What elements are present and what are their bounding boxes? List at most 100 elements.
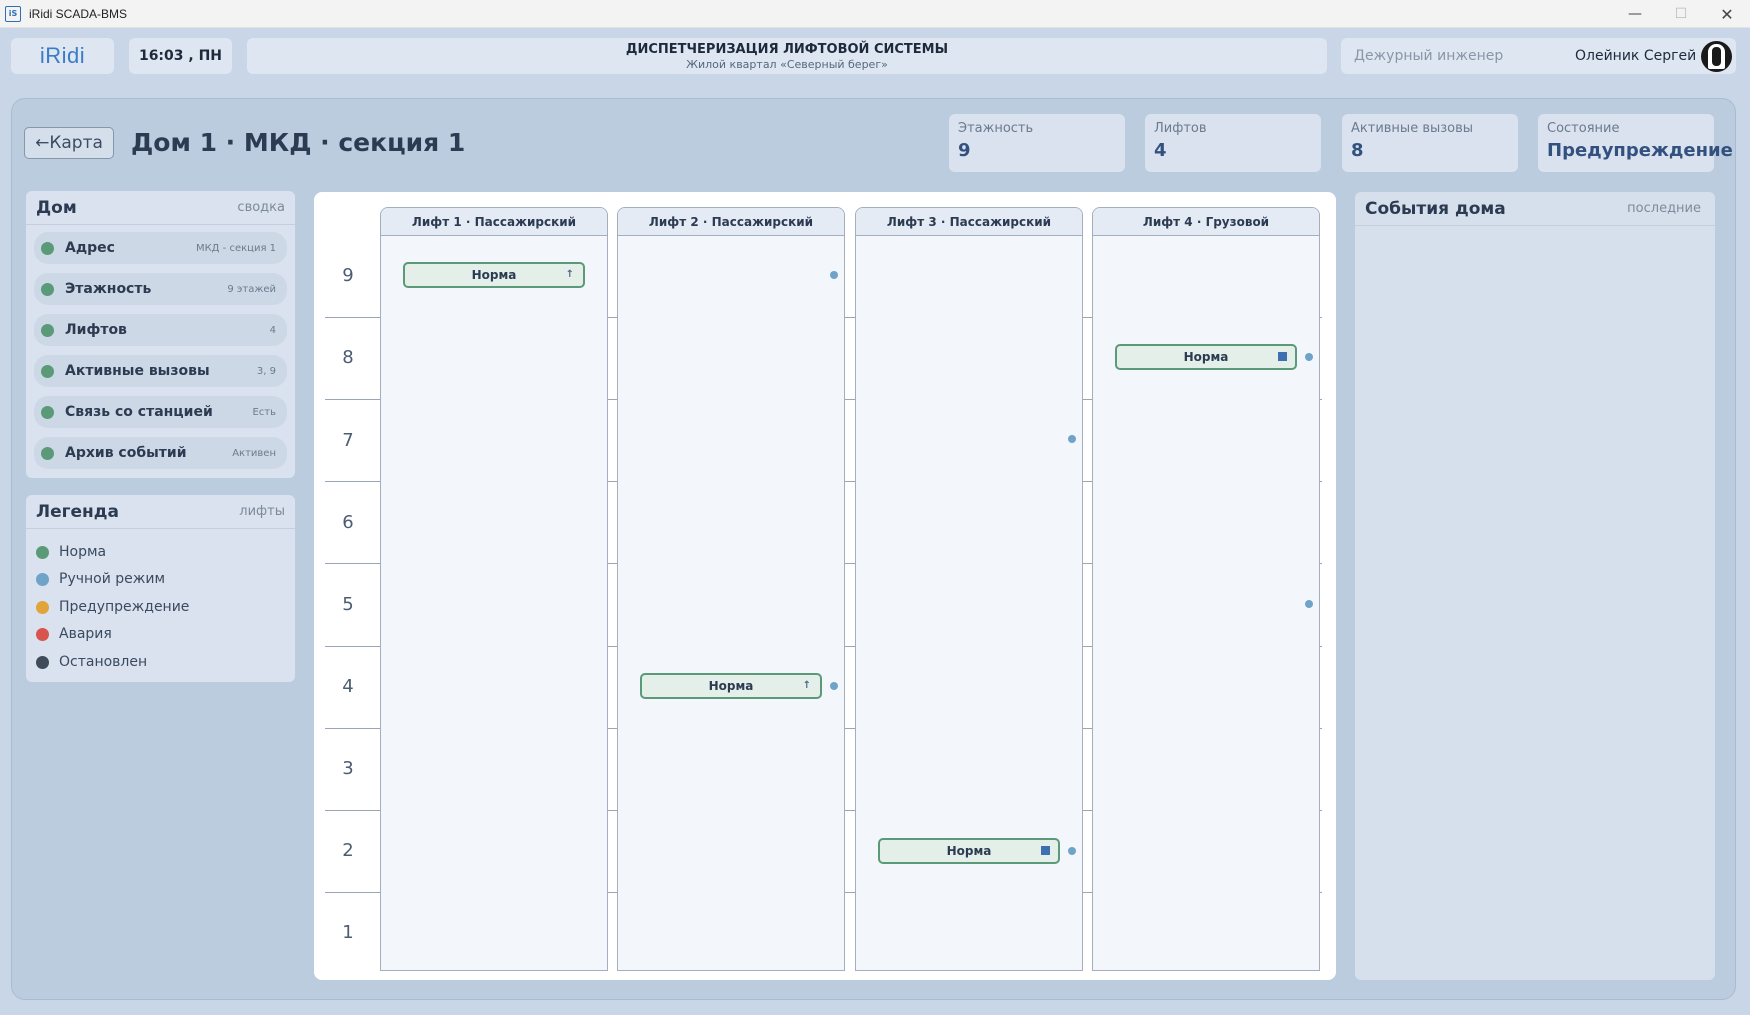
floor-number: 7: [342, 430, 354, 451]
app-header: iRidi 16:03 , ПН ДИСПЕТЧЕРИЗАЦИЯ ЛИФТОВО…: [0, 29, 1750, 84]
logo[interactable]: iRidi: [11, 38, 114, 74]
stat-value: 8: [1351, 140, 1364, 161]
elevator-car-4[interactable]: Норма: [1115, 344, 1297, 370]
floor-number: 8: [342, 347, 354, 368]
legend-card-header: Легенда лифты: [26, 495, 295, 529]
elevator-car-2[interactable]: Норма ↑: [640, 673, 822, 699]
status-dot: [41, 446, 54, 460]
call-indicator: [1305, 600, 1313, 608]
house-row-name: Адрес: [65, 240, 115, 256]
legend-item-stopped: Остановлен: [36, 654, 147, 670]
status-dot: [41, 241, 54, 255]
stat-label: Этажность: [958, 121, 1034, 136]
house-events-panel: События дома последние: [1355, 192, 1715, 980]
house-card-header: Дом сводка: [26, 191, 295, 225]
maximize-icon[interactable]: ☐: [1658, 0, 1704, 28]
legend-item-manual: Ручной режим: [36, 571, 165, 587]
legend-title: Легенда: [36, 501, 120, 522]
stat-floors: Этажность 9: [949, 114, 1125, 172]
elevator-shaft-2[interactable]: Лифт 2 · Пассажирский: [617, 207, 845, 971]
call-indicator: [1068, 435, 1076, 443]
floor-number: 6: [342, 512, 354, 533]
stat-active-calls: Активные вызовы 8: [1342, 114, 1518, 172]
call-indicator: [1068, 847, 1076, 855]
house-row-name: Активные вызовы: [65, 363, 210, 379]
elevator-car-1[interactable]: Норма ↑: [403, 262, 585, 288]
floor-number: 5: [342, 594, 354, 615]
header-title-box: ДИСПЕТЧЕРИЗАЦИЯ ЛИФТОВОЙ СИСТЕМЫ Жилой к…: [247, 38, 1327, 74]
house-row-address[interactable]: Адрес МКД - секция 1: [34, 232, 287, 264]
close-icon[interactable]: ✕: [1704, 0, 1750, 28]
events-subtitle[interactable]: последние: [1627, 201, 1701, 216]
shaft-header: Лифт 1 · Пассажирский: [381, 208, 607, 236]
legend-item-alarm: Авария: [36, 626, 112, 642]
window-titlebar: iS iRidi SCADA-BMS — ☐ ✕: [0, 0, 1750, 28]
legend-card: Легенда лифты Норма Ручной режим Предупр…: [26, 495, 295, 682]
house-row-name: Лифтов: [65, 322, 127, 338]
stat-elevators: Лифтов 4: [1145, 114, 1321, 172]
shaft-header: Лифт 2 · Пассажирский: [618, 208, 844, 236]
house-row-station-link[interactable]: Связь со станцией Есть: [34, 396, 287, 428]
call-indicator: [830, 682, 838, 690]
elevator-shaft-4[interactable]: Лифт 4 · Грузовой: [1092, 207, 1320, 971]
avatar[interactable]: [1701, 41, 1732, 72]
legend-item-label: Ручной режим: [59, 571, 166, 587]
app-icon: iS: [5, 5, 21, 22]
stat-value: 9: [958, 140, 971, 161]
house-row-floors[interactable]: Этажность 9 этажей: [34, 273, 287, 305]
legend-item-label: Авария: [59, 626, 112, 642]
up-arrow-icon: ↑: [802, 680, 811, 691]
legend-dot-icon: [36, 600, 49, 614]
header-subtitle: Жилой квартал «Северный берег»: [686, 57, 888, 71]
legend-item-warning: Предупреждение: [36, 599, 189, 615]
house-row-name: Архив событий: [65, 445, 187, 461]
stat-value: 4: [1154, 140, 1167, 161]
house-summary-card: Дом сводка Адрес МКД - секция 1 Этажност…: [26, 191, 295, 478]
status-dot: [41, 405, 54, 419]
legend-item-normal: Норма: [36, 544, 106, 560]
back-to-map-button[interactable]: ←Карта: [24, 127, 114, 159]
window-title: iRidi SCADA-BMS: [29, 6, 128, 21]
legend-dot-icon: [36, 655, 49, 669]
up-arrow-icon: ↑: [565, 269, 574, 280]
page-title: Дом 1 · МКД · секция 1: [131, 128, 466, 157]
user-box[interactable]: Дежурный инженер Олейник Сергей: [1341, 38, 1736, 74]
floor-number: 4: [342, 676, 354, 697]
legend-item-label: Предупреждение: [59, 599, 190, 615]
house-row-value: 9 этажей: [227, 283, 276, 295]
shaft-header: Лифт 3 · Пассажирский: [856, 208, 1082, 236]
stat-label: Активные вызовы: [1351, 121, 1474, 136]
minimize-icon[interactable]: —: [1612, 0, 1658, 28]
car-status: Норма: [471, 268, 517, 282]
house-row-value: Активен: [232, 447, 276, 459]
house-card-title: Дом: [36, 197, 77, 218]
house-row-name: Связь со станцией: [65, 404, 213, 420]
user-role: Дежурный инженер: [1354, 48, 1504, 64]
house-row-value: МКД - секция 1: [195, 242, 276, 254]
status-dot: [41, 364, 54, 378]
stat-label: Состояние: [1547, 121, 1620, 136]
elevator-shaft-1[interactable]: Лифт 1 · Пассажирский: [380, 207, 608, 971]
car-status: Норма: [1183, 350, 1229, 364]
call-indicator: [830, 271, 838, 279]
stop-icon: [1278, 352, 1287, 361]
house-row-elevators[interactable]: Лифтов 4: [34, 314, 287, 346]
car-status: Норма: [708, 679, 754, 693]
user-name: Олейник Сергей: [1575, 48, 1697, 64]
events-title: События дома: [1365, 198, 1506, 219]
call-indicator: [1305, 353, 1313, 361]
stat-label: Лифтов: [1154, 121, 1207, 136]
floor-number: 3: [342, 758, 354, 779]
legend-dot-icon: [36, 545, 49, 559]
stat-value: Предупреждение: [1547, 140, 1733, 161]
house-row-value: Есть: [252, 406, 276, 418]
legend-dot-icon: [36, 627, 49, 641]
header-title: ДИСПЕТЧЕРИЗАЦИЯ ЛИФТОВОЙ СИСТЕМЫ: [625, 41, 949, 57]
house-row-event-archive[interactable]: Архив событий Активен: [34, 437, 287, 469]
stop-icon: [1041, 846, 1050, 855]
house-row-name: Этажность: [65, 281, 152, 297]
elevator-car-3[interactable]: Норма: [878, 838, 1060, 864]
status-dot: [41, 282, 54, 296]
house-row-value: 3, 9: [256, 365, 276, 377]
house-row-active-calls[interactable]: Активные вызовы 3, 9: [34, 355, 287, 387]
